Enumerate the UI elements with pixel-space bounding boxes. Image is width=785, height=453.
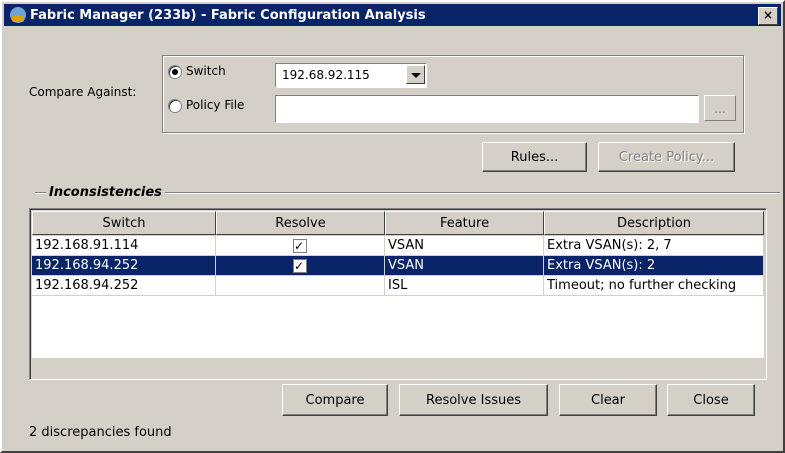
resolve-checkbox[interactable] xyxy=(293,237,307,255)
policy-file-radio[interactable] xyxy=(168,99,182,113)
table-row[interactable]: 192.168.91.114 VSAN Extra VSAN(s): 2, 7 xyxy=(32,236,764,256)
cell-description: Timeout; no further checking xyxy=(544,276,764,296)
resolve-checkbox[interactable] xyxy=(293,257,307,275)
policy-file-input[interactable] xyxy=(275,95,699,123)
table-row-selected[interactable]: 192.168.94.252 VSAN Extra VSAN(s): 2 xyxy=(32,256,764,276)
table-header: Switch Resolve Feature Description xyxy=(32,211,764,235)
compare-button[interactable]: Compare xyxy=(282,384,388,416)
cell-feature: VSAN xyxy=(385,236,544,256)
close-button[interactable]: Close xyxy=(667,384,755,416)
clear-button[interactable]: Clear xyxy=(559,384,657,416)
cell-resolve xyxy=(216,256,385,276)
switch-radio-label: Switch xyxy=(186,64,226,78)
browse-button[interactable]: ... xyxy=(704,95,736,121)
app-icon xyxy=(10,7,26,23)
cell-feature: ISL xyxy=(385,276,544,296)
dialog-window: Fabric Manager (233b) - Fabric Configura… xyxy=(0,0,785,453)
policy-file-radio-label: Policy File xyxy=(186,98,245,112)
resolve-issues-button[interactable]: Resolve Issues xyxy=(399,384,548,416)
title-bar: Fabric Manager (233b) - Fabric Configura… xyxy=(4,4,781,26)
column-header-switch[interactable]: Switch xyxy=(32,211,216,235)
switch-combobox-value: 192.68.92.115 xyxy=(282,68,370,82)
create-policy-button[interactable]: Create Policy... xyxy=(598,142,735,172)
cell-description: Extra VSAN(s): 2, 7 xyxy=(544,236,764,256)
status-text: 2 discrepancies found xyxy=(29,425,172,440)
cell-resolve xyxy=(216,236,385,256)
cell-switch: 192.168.94.252 xyxy=(32,256,216,276)
compare-against-label: Compare Against: xyxy=(29,85,137,99)
switch-combobox[interactable]: 192.68.92.115 xyxy=(275,63,427,88)
table-body: 192.168.91.114 VSAN Extra VSAN(s): 2, 7 … xyxy=(32,236,764,358)
cell-switch: 192.168.94.252 xyxy=(32,276,216,296)
inconsistencies-section-title: Inconsistencies xyxy=(46,185,165,200)
dropdown-arrow-icon[interactable] xyxy=(406,65,425,84)
close-window-button[interactable]: × xyxy=(758,7,778,25)
switch-radio[interactable] xyxy=(168,65,182,79)
inconsistencies-table: Switch Resolve Feature Description 192.1… xyxy=(29,208,767,380)
table-empty-area xyxy=(32,296,764,358)
column-header-description[interactable]: Description xyxy=(544,211,764,235)
column-header-feature[interactable]: Feature xyxy=(385,211,544,235)
cell-resolve xyxy=(216,276,385,296)
rules-button[interactable]: Rules... xyxy=(482,142,587,172)
table-row[interactable]: 192.168.94.252 ISL Timeout; no further c… xyxy=(32,276,764,296)
cell-feature: VSAN xyxy=(385,256,544,276)
column-header-resolve[interactable]: Resolve xyxy=(216,211,385,235)
cell-switch: 192.168.91.114 xyxy=(32,236,216,256)
cell-description: Extra VSAN(s): 2 xyxy=(544,256,764,276)
window-title: Fabric Manager (233b) - Fabric Configura… xyxy=(30,7,426,23)
